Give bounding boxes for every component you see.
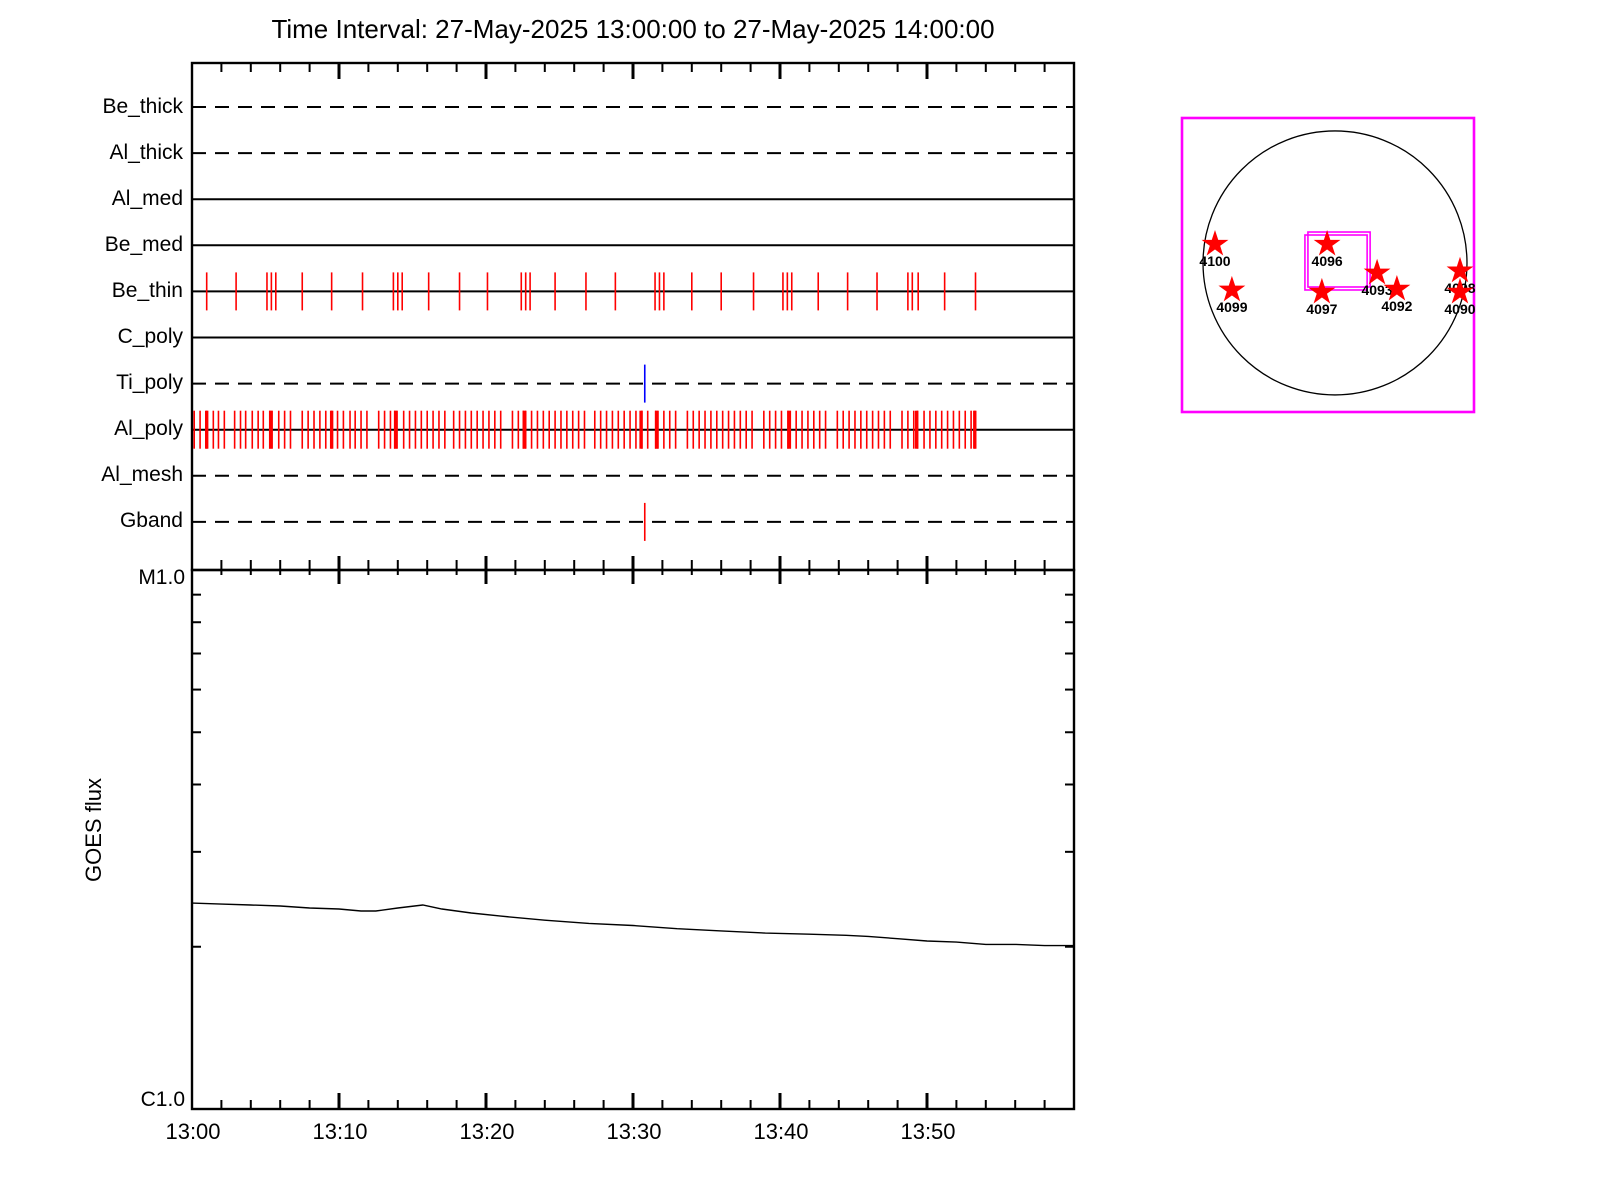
goes-ytick-bottom: C1.0 <box>140 1088 185 1111</box>
xtick-13-40: 13:40 <box>753 1119 809 1144</box>
row-label-c-poly: C_poly <box>117 325 183 348</box>
solar-disk-inset: 41004099409640974093409240984090 <box>1180 116 1476 414</box>
active-region-star <box>1308 277 1336 304</box>
active-region-label: 4099 <box>1216 299 1247 315</box>
xtick-13-00: 13:00 <box>165 1119 221 1144</box>
row-label-be-thin: Be_thin <box>111 279 183 302</box>
row-label-al-poly: Al_poly <box>114 417 183 440</box>
plot-canvas: 41004099409640974093409240984090 <box>190 61 1476 1111</box>
timeline-border <box>190 61 1076 572</box>
active-region-label: 4092 <box>1381 298 1412 314</box>
row-label-be-med: Be_med <box>104 233 183 256</box>
goes-panel <box>190 556 1076 1111</box>
goes-axis-title: GOES flux <box>81 778 106 882</box>
active-region-star <box>1446 256 1474 283</box>
xtick-13-10: 13:10 <box>312 1119 368 1144</box>
row-label-al-thick: Al_thick <box>109 141 183 164</box>
active-region-label: 4096 <box>1312 253 1343 269</box>
xtick-13-20: 13:20 <box>459 1119 515 1144</box>
goes-flux-curve <box>191 902 1074 947</box>
row-label-ti-poly: Ti_poly <box>116 371 183 394</box>
row-label-gband: Gband <box>119 509 183 532</box>
page-title: Time Interval: 27-May-2025 13:00:00 to 2… <box>271 14 995 44</box>
goes-border <box>190 568 1076 1111</box>
active-region-label: 4093 <box>1361 282 1392 298</box>
active-region-star <box>1363 258 1391 285</box>
row-label-al-mesh: Al_mesh <box>101 463 183 486</box>
xrt-timeline-page: 41004099409640974093409240984090 Time In… <box>0 0 1600 1200</box>
active-region-label: 4097 <box>1306 301 1337 317</box>
row-label-al-med: Al_med <box>111 187 183 210</box>
xtick-13-30: 13:30 <box>606 1119 662 1144</box>
active-region-star <box>1218 275 1246 302</box>
active-region-label: 4090 <box>1444 301 1475 317</box>
xtick-13-50: 13:50 <box>900 1119 956 1144</box>
goes-ytick-top: M1.0 <box>138 566 185 589</box>
row-label-be-thick: Be_thick <box>102 95 183 118</box>
timeline-panel <box>190 61 1076 572</box>
active-region-label: 4100 <box>1199 253 1230 269</box>
